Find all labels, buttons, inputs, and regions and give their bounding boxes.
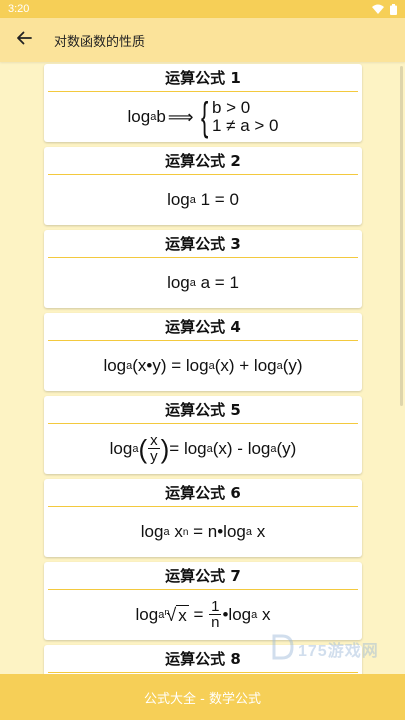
bottom-banner[interactable]: 公式大全 - 数学公式 (0, 674, 405, 720)
formula-body: log a(x y) = log a (x) - log a (y) (44, 424, 362, 474)
formula-list[interactable]: 运算公式 1 log a b ⟹ { b > 0 1 ≠ a > 0 运算公式 2 … (0, 62, 405, 674)
variable: x (257, 605, 271, 624)
status-icons (372, 3, 397, 15)
log-arg: b (156, 107, 166, 126)
implies-arrow: ⟹ (167, 106, 194, 127)
formula-body: log a a = 1 (44, 258, 362, 308)
log-text: log (167, 273, 190, 292)
log-arg: (y) (282, 356, 303, 375)
log-text: log (127, 107, 151, 126)
formula-card-2[interactable]: 运算公式 2 log a 1 = 0 (44, 147, 362, 225)
numerator: x (148, 432, 160, 449)
wifi-icon (372, 4, 384, 14)
fraction: xy (148, 432, 160, 465)
condition-1: b > 0 (211, 98, 251, 117)
variable: x (251, 522, 266, 541)
formula-card-7[interactable]: 运算公式 7 log a n √ x = 1 n • log a x (44, 562, 362, 640)
nth-root: n √ x (164, 604, 189, 626)
log-text: log (167, 190, 190, 209)
conditions: { b > 0 1 ≠ a > 0 (198, 97, 279, 137)
back-button[interactable] (0, 18, 48, 62)
watermark-text: 175游戏网 (298, 643, 379, 660)
battery-icon (390, 3, 397, 15)
formula-card-5[interactable]: 运算公式 5 log a(x y) = log a (x) - log a (y) (44, 396, 362, 474)
log-text: log (228, 605, 252, 624)
scrollbar[interactable] (400, 66, 403, 406)
formula-body: log a 1 = 0 (44, 175, 362, 225)
variable: x (169, 522, 183, 541)
card-title: 运算公式 4 (165, 318, 241, 336)
equals: = (188, 605, 209, 624)
arrow-left-icon (16, 30, 32, 50)
log-arg: (x) - (212, 439, 248, 458)
left-paren: ( (138, 434, 148, 464)
status-time: 3:20 (8, 3, 30, 15)
log-text: log (185, 356, 209, 375)
log-text: log (103, 356, 127, 375)
log-text: log (183, 439, 207, 458)
log-arg: (x•y) = (132, 356, 186, 375)
root-sign: √ (166, 605, 177, 625)
status-bar: 3:20 (0, 0, 405, 18)
formula-card-6[interactable]: 运算公式 6 log a xn = n• log a x (44, 479, 362, 557)
card-title: 运算公式 6 (165, 484, 241, 502)
log-text: log (109, 439, 133, 458)
log-arg: (y) (276, 439, 297, 458)
equals: = n• (188, 522, 224, 541)
radicand: x (176, 605, 189, 625)
formula-card-3[interactable]: 运算公式 3 log a a = 1 (44, 230, 362, 308)
formula-body: log a xn = n• log a x (44, 507, 362, 557)
log-text: log (247, 439, 271, 458)
denominator: n (211, 614, 220, 631)
bottom-banner-label: 公式大全 - 数学公式 (144, 691, 261, 707)
formula-body: log a (x•y) = log a (x) + log a (y) (44, 341, 362, 391)
app-bar: 对数函数的性质 (0, 18, 405, 62)
log-arg: (x) + (214, 356, 254, 375)
card-title: 运算公式 5 (165, 401, 241, 419)
equals: = (169, 439, 184, 458)
brace: { (200, 95, 208, 139)
formula-card-4[interactable]: 运算公式 4 log a (x•y) = log a (x) + log a (y) (44, 313, 362, 391)
condition-2: 1 ≠ a > 0 (211, 116, 279, 135)
log-text: log (135, 605, 159, 624)
formula-rest: a = 1 (195, 273, 239, 292)
fraction: 1n (209, 598, 222, 631)
formula-rest: 1 = 0 (195, 190, 239, 209)
log-text: log (140, 522, 164, 541)
card-title: 运算公式 7 (165, 567, 241, 585)
right-paren: ) (160, 434, 170, 464)
denominator: y (150, 448, 158, 465)
formula-body: log a b ⟹ { b > 0 1 ≠ a > 0 (44, 92, 362, 142)
log-text: log (253, 356, 277, 375)
page-title: 对数函数的性质 (54, 34, 146, 50)
card-title: 运算公式 1 (165, 69, 241, 87)
formula-card-1[interactable]: 运算公式 1 log a b ⟹ { b > 0 1 ≠ a > 0 (44, 64, 362, 142)
card-title: 运算公式 2 (165, 152, 241, 170)
card-title: 运算公式 3 (165, 235, 241, 253)
watermark: 175游戏网 (268, 632, 388, 666)
numerator: 1 (209, 598, 222, 615)
watermark-logo-icon (272, 634, 294, 665)
log-text: log (223, 522, 246, 541)
